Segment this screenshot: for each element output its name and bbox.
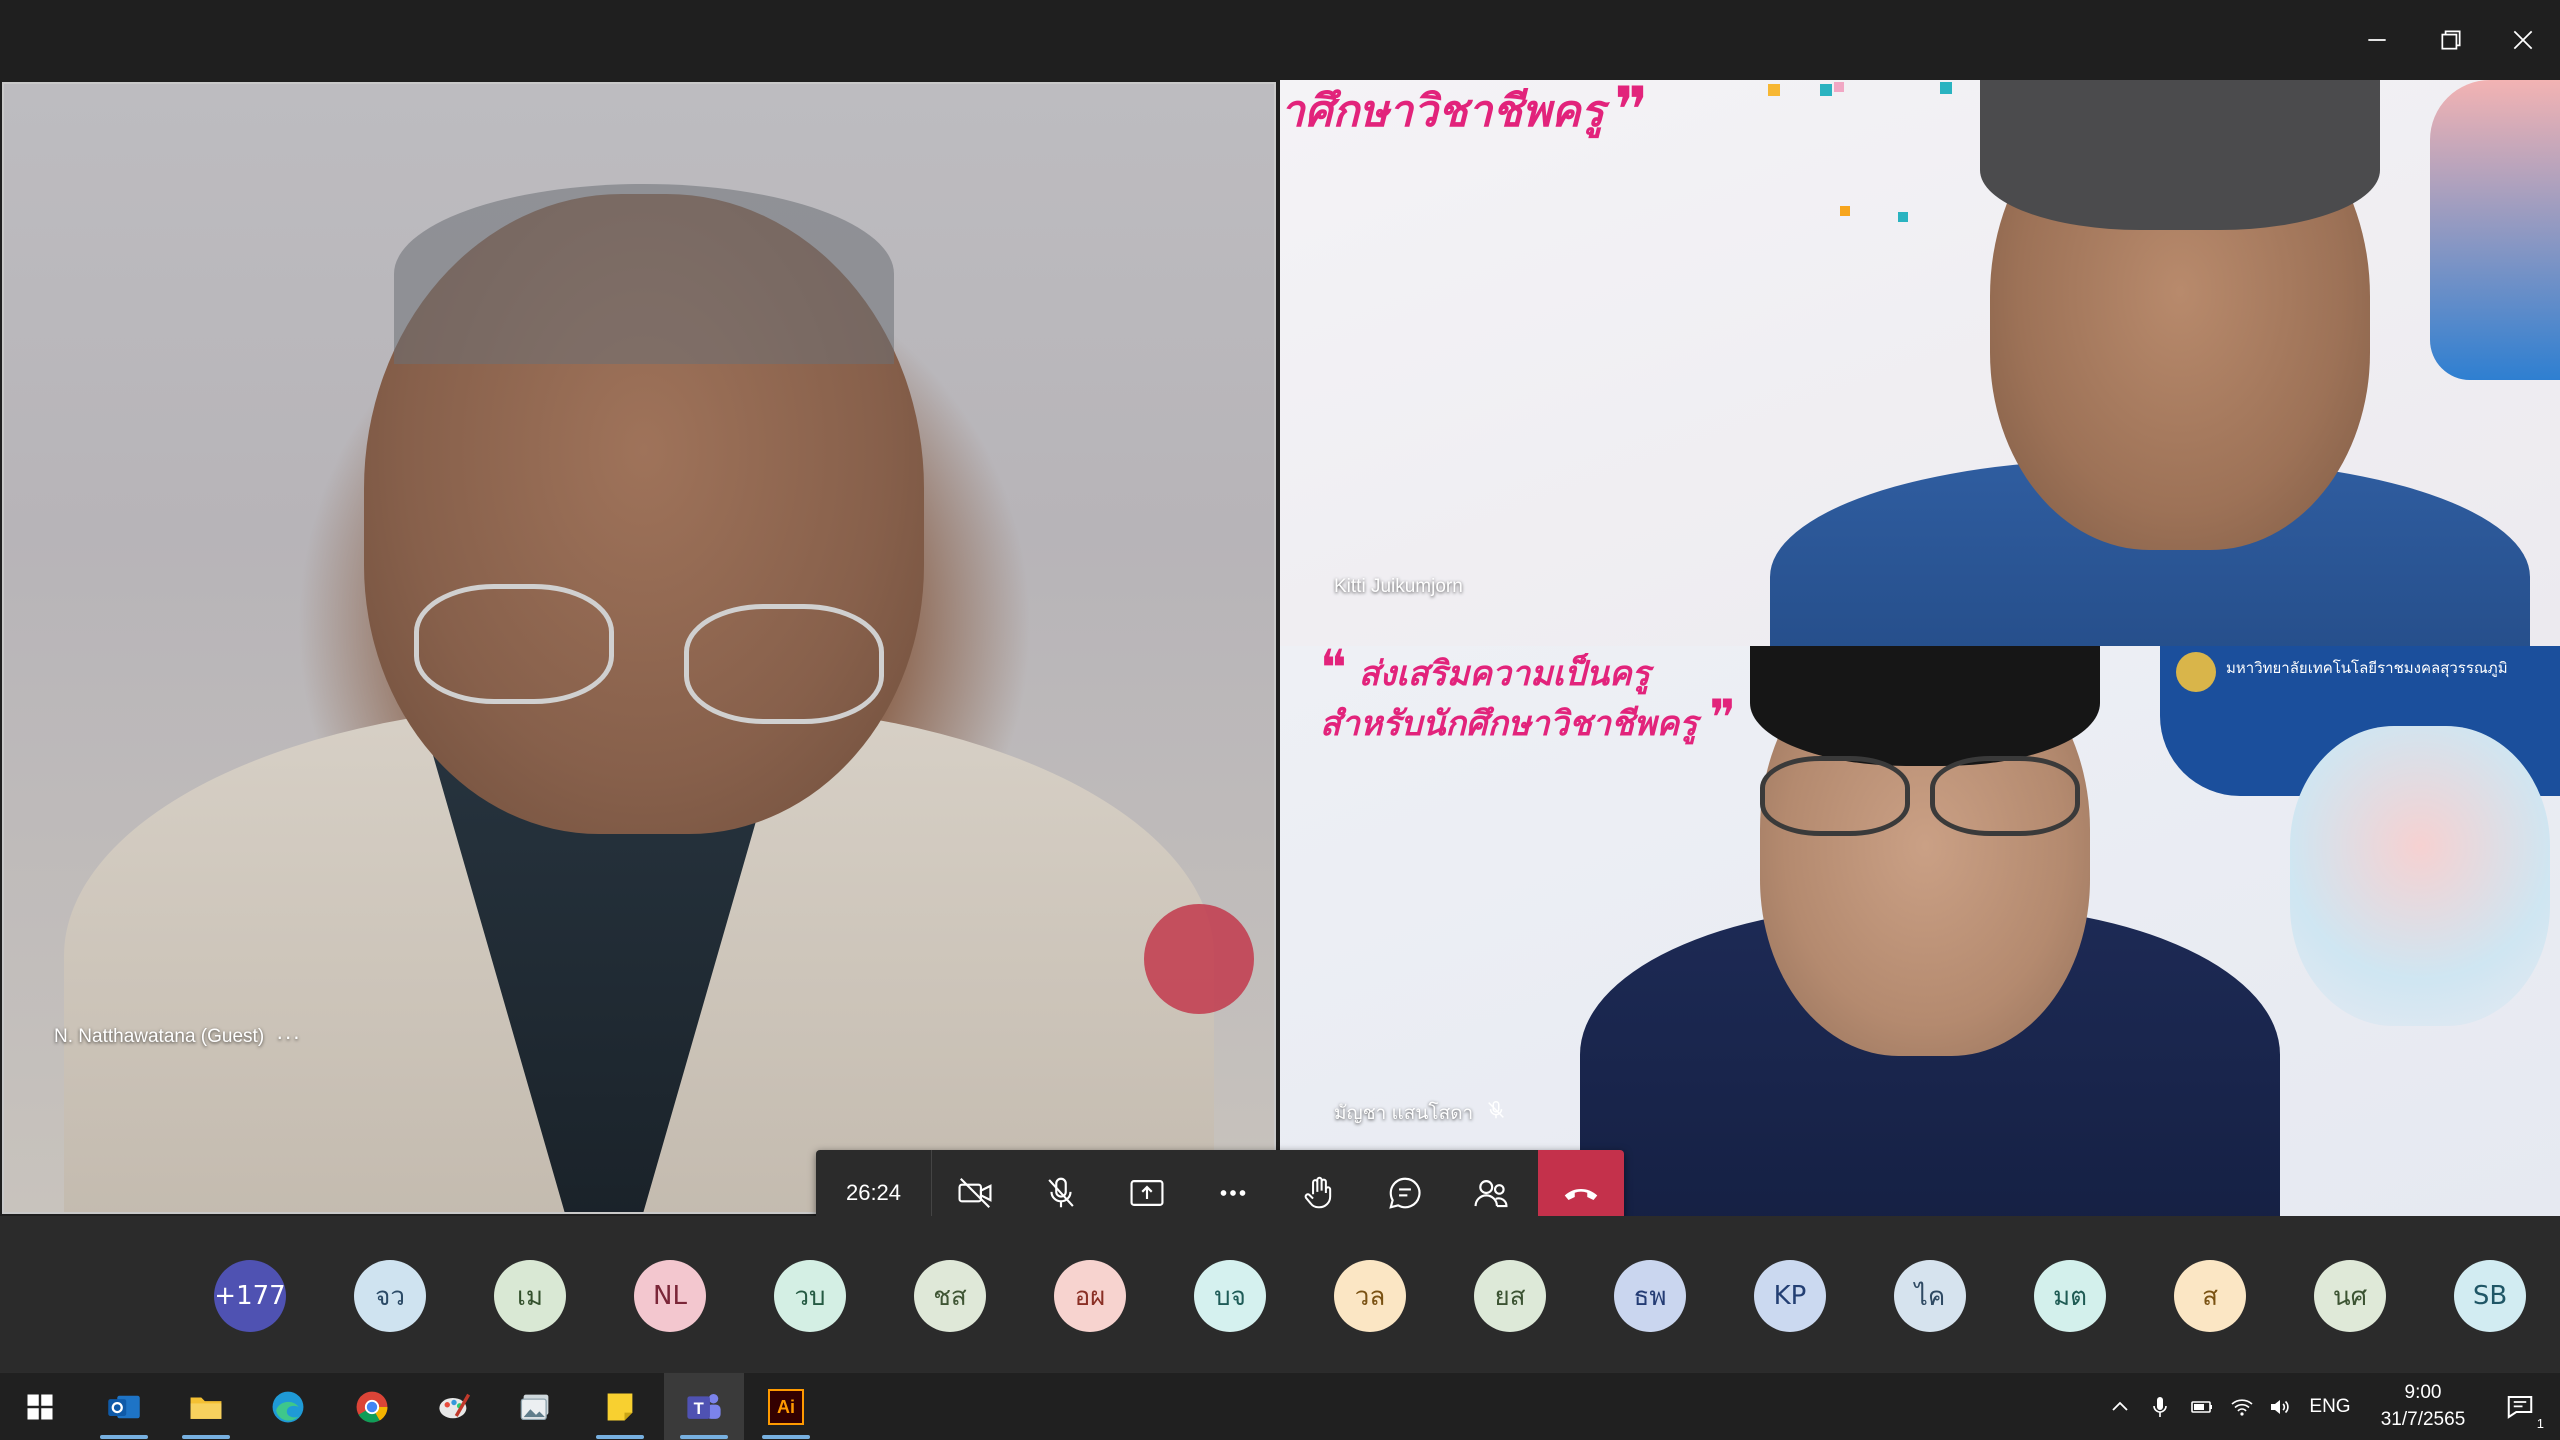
participant-video-figure: [1660, 80, 2560, 646]
participant-name-label: Kitti Juikumjorn: [1334, 576, 1463, 598]
battery-icon: [2191, 1401, 2212, 1413]
taskbar-illustrator[interactable]: Ai: [746, 1373, 826, 1440]
system-clock[interactable]: 9:00 31/7/2565: [2368, 1379, 2478, 1433]
taskbar-sticky-notes[interactable]: [580, 1373, 660, 1440]
shared-banner-text: าศึกษาวิชาชีพครู ❞: [1280, 80, 1649, 148]
edge-icon: [272, 1391, 304, 1423]
close-icon: [2513, 30, 2533, 50]
participant-avatar[interactable]: ชส: [914, 1260, 986, 1332]
taskbar-chrome[interactable]: [332, 1373, 412, 1440]
restore-button[interactable]: [2414, 0, 2488, 80]
taskbar-photos[interactable]: [496, 1373, 576, 1440]
video-tile-kitti[interactable]: าศึกษาวิชาชีพครู ❞ Kitti Juikumjorn: [1280, 80, 2560, 646]
outlook-icon: [108, 1395, 140, 1419]
title-bar: [0, 0, 2560, 80]
taskbar-teams[interactable]: T: [664, 1373, 744, 1440]
participant-name: มัญชา แสนโสดา: [1334, 1103, 1474, 1124]
paint-icon: [439, 1393, 471, 1419]
participant-avatar[interactable]: เม: [494, 1260, 566, 1332]
svg-text:T: T: [694, 1399, 704, 1418]
participant-video-figure: [1580, 646, 2280, 1216]
participant-avatar[interactable]: ไค: [1894, 1260, 1966, 1332]
taskbar-paint[interactable]: [414, 1373, 494, 1440]
participant-strip: +177 จว เม NL วบ ชส อผ บจ วล ยส ธพ KP ไค มต ส นศ SB: [0, 1216, 2560, 1372]
participant-avatar[interactable]: +177: [214, 1260, 286, 1332]
minimize-button[interactable]: [2340, 0, 2414, 80]
participant-avatar[interactable]: KP: [1754, 1260, 1826, 1332]
participant-avatar[interactable]: NL: [634, 1260, 706, 1332]
tray-microphone[interactable]: [2140, 1373, 2180, 1440]
windows-logo-icon: [27, 1394, 53, 1420]
teams-icon: T: [687, 1393, 721, 1419]
participant-name-label: มัญชา แสนโสดา: [1334, 1098, 1507, 1128]
restore-icon: [2441, 30, 2461, 50]
participant-avatar[interactable]: นศ: [2314, 1260, 2386, 1332]
microphone-icon: [2153, 1397, 2167, 1417]
participant-name-label: N. Natthawatana (Guest) ···: [54, 1024, 301, 1050]
more-icon: [1220, 1190, 1246, 1196]
mic-off-icon: [1048, 1177, 1074, 1208]
volume-icon: [2271, 1400, 2289, 1414]
taskbar-file-explorer[interactable]: [166, 1373, 246, 1440]
more-options-icon[interactable]: ···: [276, 1024, 301, 1050]
hang-up-icon: [1564, 1188, 1598, 1200]
chrome-icon: [356, 1391, 388, 1423]
participant-avatar[interactable]: วบ: [774, 1260, 846, 1332]
participant-name: Kitti Juikumjorn: [1334, 576, 1463, 597]
participant-avatar[interactable]: ส: [2174, 1260, 2246, 1332]
participant-avatar[interactable]: บจ: [1194, 1260, 1266, 1332]
windows-taskbar: T Ai ENG 9:00 31/7/2565 1: [0, 1372, 2560, 1440]
participants-icon: [1474, 1180, 1508, 1208]
input-language[interactable]: ENG: [2306, 1373, 2354, 1440]
participant-avatar[interactable]: มต: [2034, 1260, 2106, 1332]
participant-avatar[interactable]: ยส: [1474, 1260, 1546, 1332]
chevron-up-icon: [2112, 1401, 2128, 1411]
notification-count: 1: [2536, 1416, 2544, 1431]
participant-avatar[interactable]: จว: [354, 1260, 426, 1332]
participant-avatar[interactable]: อผ: [1054, 1260, 1126, 1332]
video-tile-natthawatana[interactable]: N. Natthawatana (Guest) ···: [2, 82, 1276, 1214]
folder-icon: [190, 1397, 222, 1419]
start-button[interactable]: [0, 1373, 80, 1440]
notification-icon: [2507, 1396, 2533, 1419]
banner-illustration: [2290, 726, 2550, 1026]
wifi-icon: [2231, 1399, 2253, 1416]
share-icon: [1130, 1180, 1164, 1206]
participant-avatar[interactable]: ธพ: [1614, 1260, 1686, 1332]
mic-off-icon: [1485, 1099, 1507, 1127]
video-tile-manchha[interactable]: ❝ ส่งเสริมความเป็นครู สำหรับนักศึกษาวิชา…: [1280, 646, 2560, 1216]
illustrator-icon: Ai: [768, 1389, 804, 1425]
chat-icon: [1389, 1177, 1421, 1209]
show-hidden-icons-button[interactable]: [2100, 1373, 2140, 1440]
taskbar-outlook[interactable]: [84, 1373, 164, 1440]
close-button[interactable]: [2486, 0, 2560, 80]
raise-hand-icon: [1304, 1176, 1332, 1209]
participant-name: N. Natthawatana (Guest): [54, 1026, 265, 1047]
minimize-icon: [2368, 39, 2386, 41]
banner-illustration: [2430, 80, 2560, 380]
video-stage: N. Natthawatana (Guest) ··· าศึกษาวิชาชี…: [0, 80, 2560, 1236]
taskbar-edge[interactable]: [248, 1373, 328, 1440]
photos-icon: [520, 1394, 549, 1421]
tray-battery[interactable]: [2182, 1373, 2222, 1440]
teams-window: N. Natthawatana (Guest) ··· าศึกษาวิชาชี…: [0, 0, 2560, 1440]
clock-time: 9:00: [2404, 1382, 2442, 1403]
participant-avatar[interactable]: วล: [1334, 1260, 1406, 1332]
participant-avatar[interactable]: SB: [2454, 1260, 2526, 1332]
tray-wifi[interactable]: [2222, 1373, 2262, 1440]
action-center-button[interactable]: 1: [2480, 1373, 2560, 1440]
camera-off-icon: [958, 1177, 992, 1209]
sticky-notes-icon: [607, 1393, 633, 1421]
tray-volume[interactable]: [2260, 1373, 2300, 1440]
clock-date: 31/7/2565: [2380, 1409, 2466, 1430]
